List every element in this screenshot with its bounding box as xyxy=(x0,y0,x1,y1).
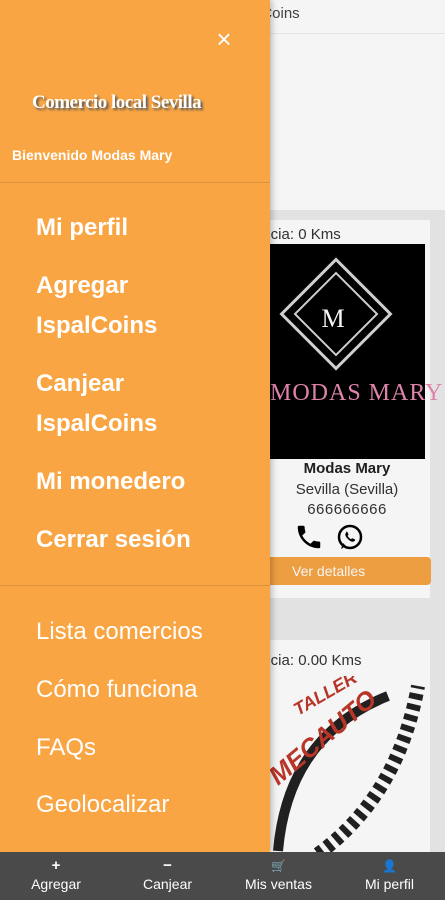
menu-item-label-line1: Canjear xyxy=(36,370,125,397)
menu-item-mi-perfil[interactable]: Mi perfil xyxy=(36,208,128,248)
menu-item-label-line1: Agregar xyxy=(36,272,129,299)
cart-icon: 🛒 xyxy=(271,859,286,873)
nav-mis-ventas-button[interactable]: 🛒 Mis ventas xyxy=(223,852,334,900)
menu-item-cerrar-sesion[interactable]: Cerrar sesión xyxy=(36,520,191,560)
menu-item-faqs[interactable]: FAQs xyxy=(36,728,96,768)
plus-icon: + xyxy=(51,857,61,874)
menu-item-mi-monedero[interactable]: Mi monedero xyxy=(36,462,185,502)
nav-canjear-button[interactable]: − Canjear xyxy=(112,852,223,900)
nav-agregar-button[interactable]: + Agregar xyxy=(0,852,112,900)
navigation-drawer: × Comercio local Sevilla Bienvenido Moda… xyxy=(0,0,270,852)
nav-label: Mi perfil xyxy=(364,876,414,892)
menu-item-como-funciona[interactable]: Cómo funciona xyxy=(36,670,197,710)
welcome-message: Bienvenido Modas Mary xyxy=(12,147,173,163)
drawer-scrim[interactable] xyxy=(270,0,445,852)
menu-item-agregar-ispalcoins[interactable]: Agregar IspalCoins xyxy=(36,266,157,346)
menu-item-geolocalizar[interactable]: Geolocalizar xyxy=(36,785,169,825)
bottom-nav: + Agregar − Canjear 🛒 Mis ventas 👤 Mi pe… xyxy=(0,852,445,900)
menu-item-label-line2: IspalCoins xyxy=(36,410,158,437)
nav-label: Agregar xyxy=(31,876,81,892)
menu-item-lista-comercios[interactable]: Lista comercios xyxy=(36,612,203,652)
nav-label: Mis ventas xyxy=(245,876,312,892)
divider xyxy=(0,182,270,183)
minus-icon: − xyxy=(163,857,172,874)
nav-label: Canjear xyxy=(142,876,193,892)
user-icon: 👤 xyxy=(382,859,397,873)
menu-item-label-line2: IspalCoins xyxy=(36,312,158,339)
brand-logo: Comercio local Sevilla xyxy=(32,92,202,113)
nav-mi-perfil-button[interactable]: 👤 Mi perfil xyxy=(334,852,445,900)
divider xyxy=(0,585,270,586)
menu-item-canjear-ispalcoins[interactable]: Canjear IspalCoins xyxy=(36,364,157,444)
close-icon[interactable]: × xyxy=(209,24,239,54)
